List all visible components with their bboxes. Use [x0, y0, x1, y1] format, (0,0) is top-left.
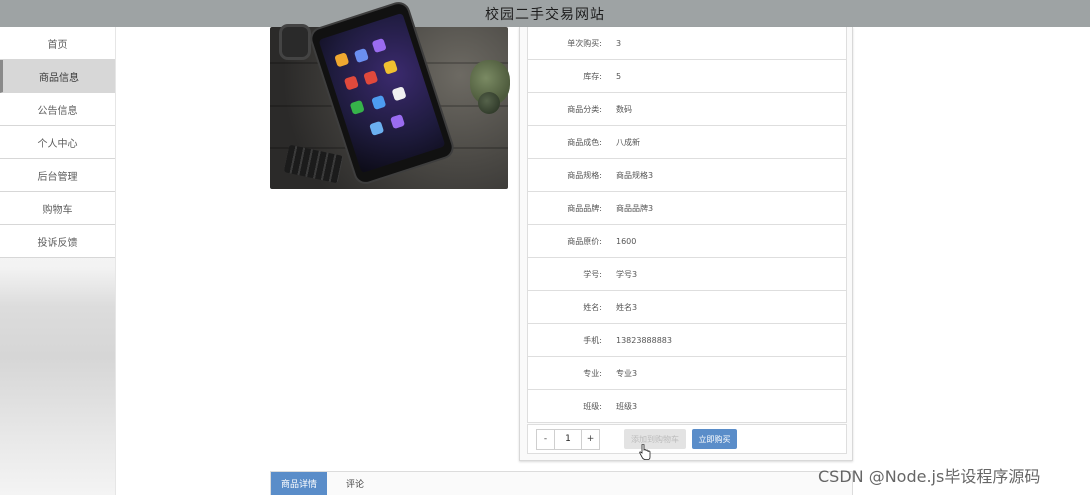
detail-label: 单次购买: [567, 38, 602, 48]
phone-graphic [296, 1, 455, 185]
tab-product-details[interactable]: 商品详情 [271, 472, 327, 495]
sidebar-item-label: 个人中心 [37, 138, 78, 150]
buy-now-button[interactable]: 立即购买 [692, 429, 737, 449]
quantity-input[interactable]: 1 [555, 428, 581, 450]
detail-row-major: 专业: 专业3 [527, 357, 847, 390]
sidebar-item-home[interactable]: 首页 [0, 27, 115, 60]
detail-value: 3 [616, 38, 622, 48]
detail-value: 姓名3 [616, 302, 638, 312]
detail-label: 库存: [583, 71, 602, 81]
detail-label: 学号: [583, 269, 602, 279]
detail-row-name: 姓名: 姓名3 [527, 291, 847, 324]
detail-value: 数码 [616, 104, 632, 114]
detail-row-brand: 商品品牌: 商品品牌3 [527, 192, 847, 225]
sidebar-nav: 首页 商品信息 公告信息 个人中心 后台管理 购物车 投诉反馈 [0, 27, 116, 495]
hand-cursor-icon [639, 444, 651, 460]
detail-tabs: 商品详情 评论 [270, 471, 853, 495]
detail-row-spec: 商品规格: 商品规格3 [527, 159, 847, 192]
sidebar-item-label: 商品信息 [39, 72, 79, 84]
sidebar-item-label: 后台管理 [37, 171, 78, 183]
sidebar-item-admin[interactable]: 后台管理 [0, 159, 115, 192]
watermark-text: CSDN @Node.js毕设程序源码 [818, 467, 1041, 486]
detail-label: 姓名: [583, 302, 602, 312]
decor-stone-graphic [478, 92, 500, 114]
sidebar-item-products[interactable]: 商品信息 [0, 60, 115, 93]
product-info-panel: 单次购买: 3 库存: 5 商品分类: 数码 商品成色: 八成新 商品规格: 商… [519, 27, 853, 461]
detail-value: 八成新 [616, 137, 640, 147]
detail-row-student-id: 学号: 学号3 [527, 258, 847, 291]
detail-value: 商品规格3 [616, 170, 654, 180]
detail-value: 学号3 [616, 269, 638, 279]
sidebar-item-label: 购物车 [42, 204, 73, 216]
detail-row-original-price: 商品原价: 1600 [527, 225, 847, 258]
site-title: 校园二手交易网站 [485, 6, 605, 23]
detail-label: 商品分类: [567, 104, 602, 114]
sidebar-item-profile[interactable]: 个人中心 [0, 126, 115, 159]
tab-comments[interactable]: 评论 [327, 472, 383, 495]
detail-value: 13823888883 [616, 335, 672, 345]
purchase-action-row: - 1 + 添加到购物车 立即购买 [527, 424, 847, 454]
detail-row-category: 商品分类: 数码 [527, 93, 847, 126]
quantity-increase-button[interactable]: + [581, 428, 600, 450]
detail-label: 商品品牌: [567, 203, 602, 213]
detail-label: 商品成色: [567, 137, 602, 147]
sidebar-item-label: 投诉反馈 [37, 237, 78, 249]
detail-value: 5 [616, 71, 622, 81]
sidebar-item-cart[interactable]: 购物车 [0, 192, 115, 225]
detail-row-phone: 手机: 13823888883 [527, 324, 847, 357]
sidebar-item-label: 首页 [47, 39, 68, 51]
detail-row-condition: 商品成色: 八成新 [527, 126, 847, 159]
sidebar-item-feedback[interactable]: 投诉反馈 [0, 225, 115, 258]
detail-row-class: 班级: 班级3 [527, 390, 847, 423]
detail-label: 班级: [583, 401, 602, 411]
detail-label: 商品规格: [567, 170, 602, 180]
detail-row-stock: 库存: 5 [527, 60, 847, 93]
site-header: 校园二手交易网站 [0, 0, 1090, 27]
quantity-decrease-button[interactable]: - [536, 428, 555, 450]
sidebar-item-label: 公告信息 [37, 105, 78, 117]
detail-value: 商品品牌3 [616, 203, 654, 213]
detail-value: 专业3 [616, 368, 638, 378]
detail-row-purchase-limit: 单次购买: 3 [527, 27, 847, 60]
detail-label: 专业: [583, 368, 602, 378]
detail-value: 1600 [616, 236, 637, 246]
detail-label: 商品原价: [567, 236, 602, 246]
detail-value: 班级3 [616, 401, 638, 411]
add-to-cart-button[interactable]: 添加到购物车 [624, 429, 686, 449]
detail-label: 手机: [583, 335, 602, 345]
sidebar-item-announcements[interactable]: 公告信息 [0, 93, 115, 126]
